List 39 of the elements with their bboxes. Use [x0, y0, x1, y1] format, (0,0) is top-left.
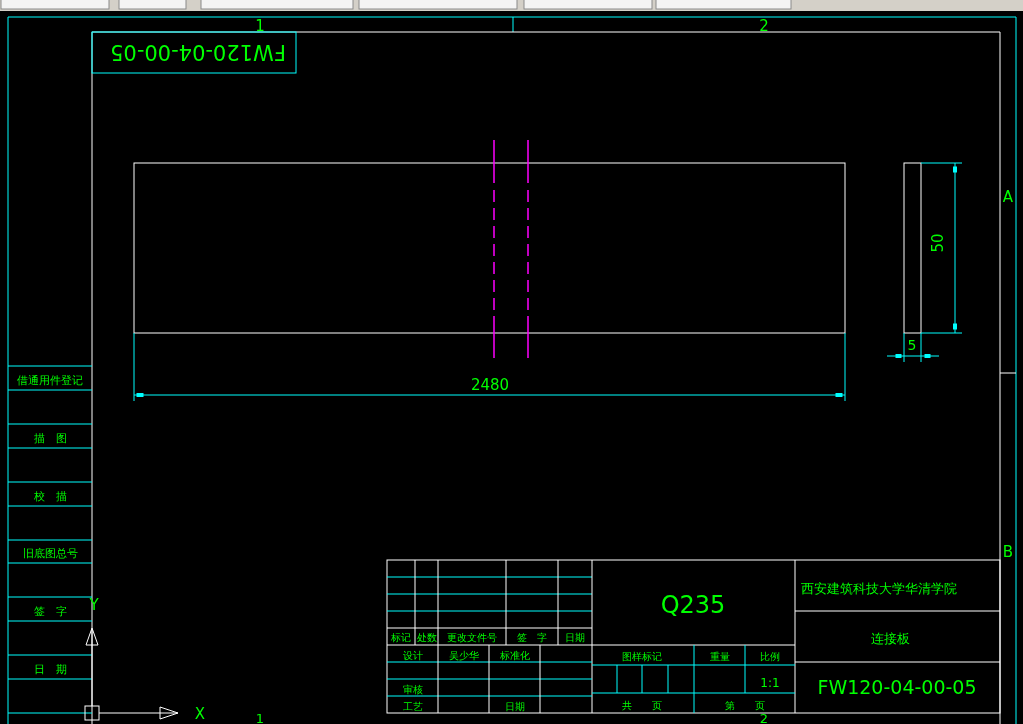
material-text: Q235	[660, 591, 726, 619]
table-header: 签 字	[517, 632, 547, 643]
part-name: 连接板	[870, 631, 910, 646]
zone-label: A	[1002, 188, 1014, 206]
rotated-drawing-number: FW120-04-00-05	[110, 40, 286, 64]
zone-label: 1	[255, 711, 265, 724]
table-header: 处数	[417, 632, 437, 643]
zone-label: 2	[759, 17, 769, 35]
school-name: 西安建筑科技大学华清学院	[801, 581, 957, 596]
drawing-number: FW120-04-00-05	[817, 676, 977, 698]
table-header: 重量	[710, 651, 730, 662]
table-label: 审核	[403, 684, 423, 695]
scale-text: 1:1	[760, 676, 780, 690]
dimension-text: 50	[929, 233, 947, 253]
sheet-number-label: 第 页	[725, 700, 765, 711]
dimension-text: 2480	[470, 376, 510, 394]
table-header: 图样标记	[622, 651, 662, 662]
column-label: 校 描	[33, 490, 67, 503]
column-label: 借通用件登记	[17, 374, 83, 387]
sheet-count-label: 共 页	[622, 700, 662, 711]
table-label: 工艺	[403, 701, 423, 712]
table-header: 标记	[391, 632, 411, 643]
table-header: 比例	[760, 651, 780, 662]
column-label: 日 期	[33, 663, 67, 676]
zone-label: 2	[759, 711, 769, 724]
axis-label: Y	[89, 596, 99, 614]
table-label: 设计	[403, 650, 423, 661]
axis-label: X	[194, 705, 206, 723]
table-label: 日期	[505, 701, 525, 712]
column-label: 签 字	[33, 605, 67, 618]
table-header: 更改文件号	[447, 632, 497, 643]
table-label: 标准化	[500, 650, 530, 661]
zone-label: B	[1002, 543, 1014, 561]
table-header: 日期	[565, 632, 585, 643]
table-label: 吴少华	[449, 650, 479, 661]
column-label: 旧底图总号	[22, 547, 78, 560]
dimension-text: 5	[907, 337, 917, 353]
zone-label: 1	[255, 17, 265, 35]
column-label: 描 图	[33, 432, 67, 445]
